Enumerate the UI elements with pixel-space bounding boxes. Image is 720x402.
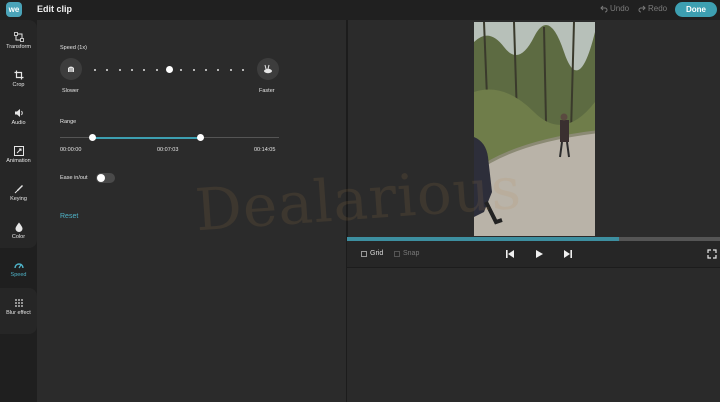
undo-icon xyxy=(600,5,608,12)
range-mid-time: 00:07:03 xyxy=(157,147,179,153)
range-end-handle[interactable] xyxy=(196,134,204,141)
page-title: Edit clip xyxy=(37,4,73,14)
slower-label: Slower xyxy=(62,88,79,94)
redo-label: Redo xyxy=(648,4,668,13)
range-heading: Range xyxy=(60,119,77,125)
sidebar-item-keying[interactable]: Keying xyxy=(0,178,37,214)
speed-heading: Speed (1x) xyxy=(60,45,87,51)
sidebar-item-label: Crop xyxy=(12,82,25,88)
rabbit-icon xyxy=(264,64,272,74)
tool-group-main: Transform Crop Audio Animation Keying Co… xyxy=(0,20,37,248)
color-icon xyxy=(15,222,22,232)
sidebar-item-transform[interactable]: Transform xyxy=(0,26,37,62)
snap-label: Snap xyxy=(403,250,420,257)
snap-checkbox[interactable] xyxy=(394,251,400,257)
faster-label: Faster xyxy=(259,88,275,94)
speed-step-dot[interactable] xyxy=(94,69,96,71)
sidebar-item-label: Transform xyxy=(6,44,31,50)
undo-label: Undo xyxy=(610,4,630,13)
settings-panel xyxy=(37,20,346,402)
tool-rail: Transform Crop Audio Animation Keying Co… xyxy=(0,20,37,402)
play-icon[interactable] xyxy=(534,249,544,259)
ease-toggle[interactable] xyxy=(96,173,115,183)
redo-icon xyxy=(638,5,646,12)
sidebar-item-label: Animation xyxy=(6,158,31,164)
skip-back-icon[interactable] xyxy=(505,249,515,259)
speed-step-dot[interactable] xyxy=(205,69,207,71)
sidebar-item-speed[interactable]: Speed xyxy=(0,254,37,290)
tool-group-effects: Blur effect xyxy=(0,288,37,334)
toggle-knob xyxy=(97,174,105,182)
reset-button[interactable]: Reset xyxy=(60,213,78,220)
top-bar: we Edit clip Undo Redo Done xyxy=(0,0,720,20)
sidebar-item-blur-effect[interactable]: Blur effect xyxy=(0,292,37,328)
done-button[interactable]: Done xyxy=(675,2,717,17)
ease-label: Ease in/out xyxy=(60,175,88,181)
turtle-icon xyxy=(68,66,74,72)
blur-icon xyxy=(14,299,23,307)
video-frame xyxy=(474,22,595,236)
animation-icon xyxy=(13,146,24,156)
timeline-area xyxy=(347,267,720,402)
audio-icon xyxy=(14,109,23,117)
sidebar-item-animation[interactable]: Animation xyxy=(0,140,37,176)
speed-step-dot[interactable] xyxy=(118,69,121,71)
faster-button[interactable] xyxy=(257,58,279,80)
speed-step-dot[interactable] xyxy=(131,69,133,71)
sidebar-item-label: Blur effect xyxy=(6,310,31,316)
slower-button[interactable] xyxy=(60,58,82,80)
sidebar-item-audio[interactable]: Audio xyxy=(0,102,37,138)
sidebar-item-label: Keying xyxy=(10,196,27,202)
range-start-time: 00:00:00 xyxy=(60,147,82,153)
redo-button[interactable]: Redo xyxy=(638,4,667,13)
speed-step-dot[interactable] xyxy=(242,69,244,71)
transform-icon xyxy=(13,32,24,42)
video-preview[interactable] xyxy=(474,22,595,236)
skip-forward-icon[interactable] xyxy=(563,249,573,259)
sidebar-item-label: Color xyxy=(11,234,26,240)
speed-step-dot[interactable] xyxy=(155,69,158,71)
grid-label: Grid xyxy=(370,250,384,257)
speed-step-dot[interactable] xyxy=(192,69,195,71)
fullscreen-icon[interactable] xyxy=(707,249,717,259)
sidebar-item-label: Speed xyxy=(10,272,27,278)
sidebar-item-label: Audio xyxy=(11,120,26,126)
app-logo: we xyxy=(6,2,22,17)
grid-checkbox[interactable] xyxy=(361,251,367,257)
range-selection xyxy=(92,137,201,139)
speed-slider-knob[interactable] xyxy=(165,66,173,73)
range-end-time: 00:14:05 xyxy=(254,147,276,153)
keying-icon xyxy=(14,185,23,194)
crop-icon xyxy=(14,70,23,80)
speed-step-dot[interactable] xyxy=(229,69,232,71)
speed-icon xyxy=(13,263,24,269)
sidebar-item-crop[interactable]: Crop xyxy=(0,64,37,100)
undo-button[interactable]: Undo xyxy=(600,4,629,13)
sidebar-item-color[interactable]: Color xyxy=(0,216,37,252)
